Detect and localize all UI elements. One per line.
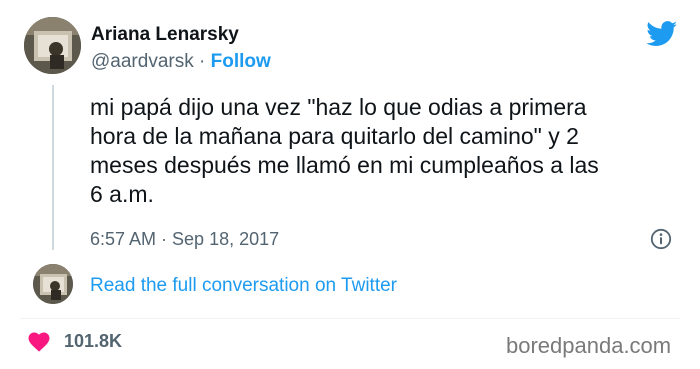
follow-button[interactable]: Follow — [211, 51, 271, 72]
tweet-text: mi papá dijo una vez "haz lo que odias a… — [90, 94, 599, 207]
info-icon[interactable] — [650, 228, 672, 250]
conversation-avatar[interactable] — [33, 264, 73, 304]
author-handle[interactable]: @aardvarsk — [91, 51, 194, 72]
handle-separator: · — [199, 51, 206, 72]
engagement-divider — [20, 318, 680, 319]
avatar-photo — [24, 17, 81, 74]
thread-connector-line — [52, 85, 54, 250]
avatar-photo — [33, 264, 73, 304]
read-conversation-link[interactable]: Read the full conversation on Twitter — [90, 275, 397, 297]
author-avatar[interactable] — [24, 17, 81, 74]
tweet-timestamp[interactable]: 6:57 AM · Sep 18, 2017 — [90, 229, 279, 250]
heart-icon[interactable] — [28, 332, 50, 352]
like-count[interactable]: 101.8K — [64, 331, 122, 352]
twitter-bird-icon[interactable] — [646, 21, 678, 47]
author-handle-line: @aardvarsk · Follow — [91, 51, 271, 73]
author-display-name[interactable]: Ariana Lenarsky — [91, 24, 239, 46]
watermark: boredpanda.com — [506, 333, 672, 358]
